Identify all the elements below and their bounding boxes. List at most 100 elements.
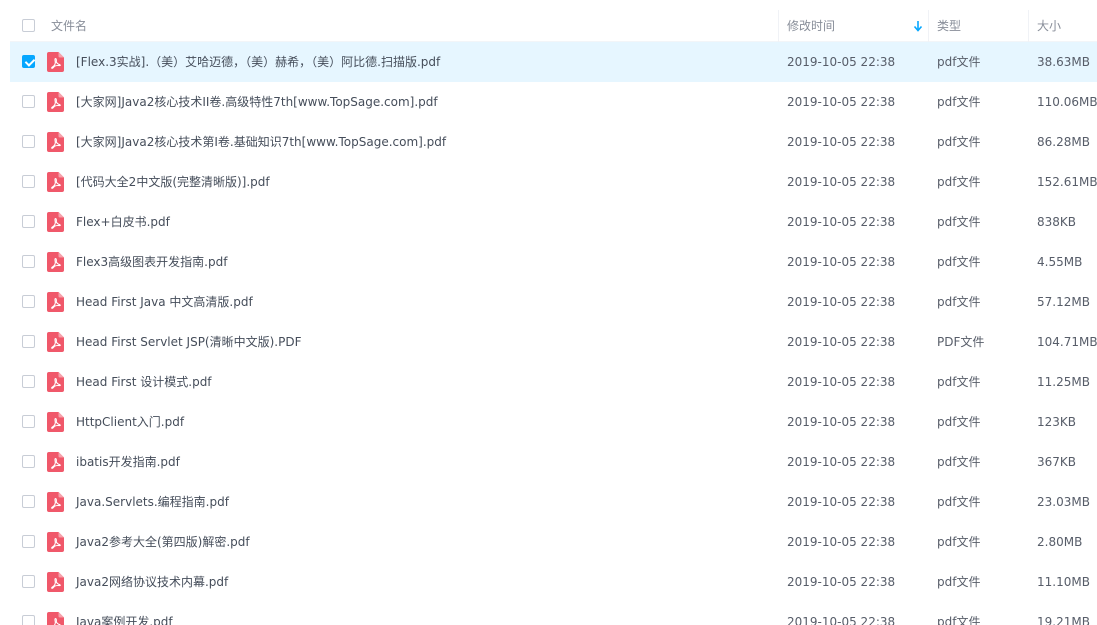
- table-header: 文件名 修改时间 类型 大小: [10, 10, 1097, 42]
- row-checkbox[interactable]: [22, 575, 35, 588]
- file-name[interactable]: HttpClient入门.pdf: [76, 402, 184, 442]
- table-row[interactable]: Flex+白皮书.pdf 2019-10-05 22:38 pdf文件 838K…: [10, 202, 1097, 242]
- file-modified-time: 2019-10-05 22:38: [787, 175, 896, 189]
- table-row[interactable]: [Flex.3实战].（美）艾哈迈德，（美）赫希，（美）阿比德.扫描版.pdf …: [10, 42, 1097, 82]
- file-type: pdf文件: [937, 215, 981, 229]
- table-row[interactable]: Java.Servlets.编程指南.pdf 2019-10-05 22:38 …: [10, 482, 1097, 522]
- file-modified-time: 2019-10-05 22:38: [787, 55, 896, 69]
- file-modified-time: 2019-10-05 22:38: [787, 535, 896, 549]
- table-row[interactable]: Head First 设计模式.pdf 2019-10-05 22:38 pdf…: [10, 362, 1097, 402]
- table-row[interactable]: Flex3高级图表开发指南.pdf 2019-10-05 22:38 pdf文件…: [10, 242, 1097, 282]
- file-size: 2.80MB: [1037, 535, 1083, 549]
- pdf-file-icon: [47, 332, 64, 352]
- pdf-file-icon: [47, 452, 64, 472]
- row-checkbox[interactable]: [22, 535, 35, 548]
- table-row[interactable]: Head First Java 中文高清版.pdf 2019-10-05 22:…: [10, 282, 1097, 322]
- row-checkbox[interactable]: [22, 415, 35, 428]
- row-checkbox[interactable]: [22, 175, 35, 188]
- file-name[interactable]: Head First Java 中文高清版.pdf: [76, 282, 253, 322]
- select-all-checkbox[interactable]: [22, 19, 35, 32]
- file-modified-time: 2019-10-05 22:38: [787, 615, 896, 625]
- file-type: pdf文件: [937, 55, 981, 69]
- column-divider[interactable]: [928, 10, 929, 42]
- table-row[interactable]: ibatis开发指南.pdf 2019-10-05 22:38 pdf文件 36…: [10, 442, 1097, 482]
- table-row[interactable]: Java2参考大全(第四版)解密.pdf 2019-10-05 22:38 pd…: [10, 522, 1097, 562]
- column-divider[interactable]: [778, 10, 779, 42]
- column-header-modified[interactable]: 修改时间: [787, 10, 835, 42]
- file-size: 367KB: [1037, 455, 1077, 469]
- pdf-file-icon: [47, 52, 64, 72]
- file-modified-time: 2019-10-05 22:38: [787, 215, 896, 229]
- file-name[interactable]: Flex+白皮书.pdf: [76, 202, 170, 242]
- table-row[interactable]: Java2网络协议技术内幕.pdf 2019-10-05 22:38 pdf文件…: [10, 562, 1097, 602]
- pdf-file-icon: [47, 252, 64, 272]
- file-name[interactable]: Java.Servlets.编程指南.pdf: [76, 482, 229, 522]
- file-modified-time: 2019-10-05 22:38: [787, 335, 896, 349]
- file-modified-time: 2019-10-05 22:38: [787, 95, 896, 109]
- table-row[interactable]: [大家网]Java2核心技术II卷.高级特性7th[www.TopSage.co…: [10, 82, 1097, 122]
- file-type: pdf文件: [937, 95, 981, 109]
- row-checkbox[interactable]: [22, 215, 35, 228]
- pdf-file-icon: [47, 492, 64, 512]
- file-type: PDF文件: [937, 335, 985, 349]
- file-size: 38.63MB: [1037, 55, 1090, 69]
- column-header-size[interactable]: 大小: [1037, 10, 1061, 42]
- file-name[interactable]: Java2参考大全(第四版)解密.pdf: [76, 522, 250, 562]
- column-header-type[interactable]: 类型: [937, 10, 961, 42]
- file-modified-time: 2019-10-05 22:38: [787, 375, 896, 389]
- file-size: 23.03MB: [1037, 495, 1090, 509]
- sort-descending-icon[interactable]: [913, 20, 923, 32]
- file-size: 86.28MB: [1037, 135, 1090, 149]
- file-name[interactable]: Flex3高级图表开发指南.pdf: [76, 242, 227, 282]
- file-name[interactable]: Head First Servlet JSP(清晰中文版).PDF: [76, 322, 301, 362]
- pdf-file-icon: [47, 532, 64, 552]
- row-checkbox[interactable]: [22, 95, 35, 108]
- file-modified-time: 2019-10-05 22:38: [787, 295, 896, 309]
- table-row[interactable]: [代码大全2中文版(完整清晰版)].pdf 2019-10-05 22:38 p…: [10, 162, 1097, 202]
- file-size: 110.06MB: [1037, 95, 1097, 109]
- row-checkbox[interactable]: [22, 455, 35, 468]
- table-row[interactable]: Head First Servlet JSP(清晰中文版).PDF 2019-1…: [10, 322, 1097, 362]
- file-list-table: 文件名 修改时间 类型 大小 [Flex.3实战].（美）艾哈迈德，（美）赫希，…: [10, 0, 1097, 625]
- table-row[interactable]: Java案例开发.pdf 2019-10-05 22:38 pdf文件 19.2…: [10, 602, 1097, 625]
- file-modified-time: 2019-10-05 22:38: [787, 255, 896, 269]
- file-type: pdf文件: [937, 375, 981, 389]
- file-type: pdf文件: [937, 615, 981, 625]
- pdf-file-icon: [47, 212, 64, 232]
- file-size: 104.71MB: [1037, 335, 1097, 349]
- file-name[interactable]: ibatis开发指南.pdf: [76, 442, 180, 482]
- pdf-file-icon: [47, 172, 64, 192]
- pdf-file-icon: [47, 412, 64, 432]
- column-header-name[interactable]: 文件名: [51, 10, 87, 42]
- file-type: pdf文件: [937, 255, 981, 269]
- file-size: 123KB: [1037, 415, 1077, 429]
- row-checkbox[interactable]: [22, 375, 35, 388]
- file-name[interactable]: [大家网]Java2核心技术II卷.高级特性7th[www.TopSage.co…: [76, 82, 438, 122]
- row-checkbox[interactable]: [22, 55, 35, 68]
- file-name[interactable]: Java2网络协议技术内幕.pdf: [76, 562, 228, 602]
- file-name[interactable]: Java案例开发.pdf: [76, 602, 173, 625]
- column-divider[interactable]: [1028, 10, 1029, 42]
- file-type: pdf文件: [937, 495, 981, 509]
- file-name[interactable]: Head First 设计模式.pdf: [76, 362, 212, 402]
- file-size: 57.12MB: [1037, 295, 1090, 309]
- file-type: pdf文件: [937, 535, 981, 549]
- file-name[interactable]: [Flex.3实战].（美）艾哈迈德，（美）赫希，（美）阿比德.扫描版.pdf: [76, 42, 440, 82]
- table-row[interactable]: [大家网]Java2核心技术第I卷.基础知识7th[www.TopSage.co…: [10, 122, 1097, 162]
- table-row[interactable]: HttpClient入门.pdf 2019-10-05 22:38 pdf文件 …: [10, 402, 1097, 442]
- pdf-file-icon: [47, 372, 64, 392]
- row-checkbox[interactable]: [22, 295, 35, 308]
- row-checkbox[interactable]: [22, 495, 35, 508]
- file-modified-time: 2019-10-05 22:38: [787, 415, 896, 429]
- pdf-file-icon: [47, 132, 64, 152]
- row-checkbox[interactable]: [22, 335, 35, 348]
- file-size: 11.25MB: [1037, 375, 1090, 389]
- row-checkbox[interactable]: [22, 255, 35, 268]
- file-name[interactable]: [代码大全2中文版(完整清晰版)].pdf: [76, 162, 270, 202]
- file-modified-time: 2019-10-05 22:38: [787, 575, 896, 589]
- row-checkbox[interactable]: [22, 615, 35, 625]
- file-type: pdf文件: [937, 415, 981, 429]
- file-name[interactable]: [大家网]Java2核心技术第I卷.基础知识7th[www.TopSage.co…: [76, 122, 446, 162]
- row-checkbox[interactable]: [22, 135, 35, 148]
- pdf-file-icon: [47, 572, 64, 592]
